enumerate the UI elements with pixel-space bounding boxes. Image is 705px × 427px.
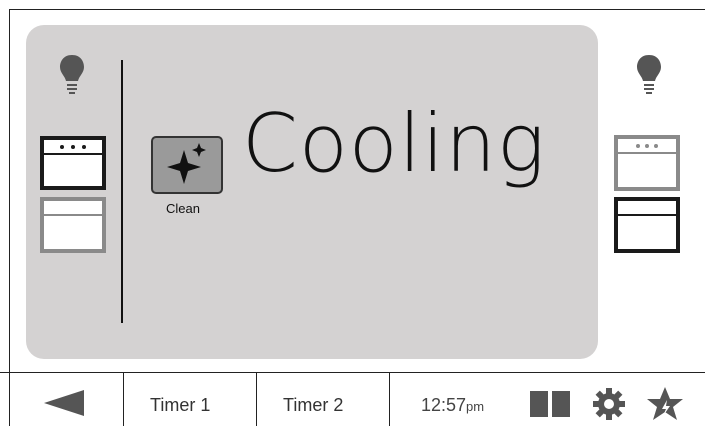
bar-divider <box>256 373 257 426</box>
status-text: Cooling <box>242 97 546 190</box>
oven-lower-icon[interactable] <box>614 197 680 253</box>
timer-1-button[interactable]: Timer 1 <box>150 395 210 416</box>
clean-sparkle-icon <box>151 136 223 194</box>
clock-time: 12:57 <box>421 395 467 415</box>
bar-divider <box>123 373 124 426</box>
oven-lower-icon[interactable] <box>40 197 106 253</box>
star-icon[interactable] <box>646 386 684 422</box>
timer-2-button[interactable]: Timer 2 <box>283 395 343 416</box>
status-panel <box>26 25 598 359</box>
oven-upper-icon[interactable] <box>40 136 106 190</box>
lightbulb-icon[interactable] <box>633 52 665 96</box>
frame-left-border <box>9 9 10 426</box>
bar-divider <box>389 373 390 426</box>
split-view-icon[interactable] <box>530 391 570 417</box>
lightbulb-icon[interactable] <box>56 52 88 96</box>
clock-ampm: pm <box>466 399 485 414</box>
gear-icon[interactable] <box>592 387 626 421</box>
clock: 12:57pm <box>421 395 484 416</box>
frame-top-border <box>9 9 705 10</box>
back-arrow-icon[interactable] <box>44 390 86 416</box>
oven-upper-icon[interactable] <box>614 135 680 191</box>
mode-label: Clean <box>166 201 200 216</box>
panel-divider <box>121 60 123 323</box>
